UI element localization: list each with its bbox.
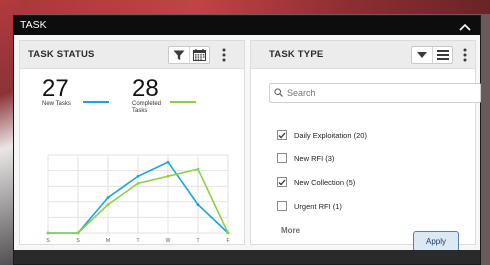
task-status-header: TASK STATUS (20, 41, 244, 69)
chart-point (226, 231, 230, 235)
dropdown-caret-icon[interactable] (412, 47, 432, 63)
task-type-panel: TASK TYPE Search Daily Exploitation (20)… (250, 40, 481, 252)
chart-x-tick-label: T (136, 238, 139, 244)
completed-tasks-legend-line (170, 101, 196, 103)
chart-point (136, 174, 140, 178)
chart-x-tick-label: W (166, 238, 171, 244)
task-type-item-label: New RFI (3) (294, 153, 335, 163)
widget-content: TASK STATUS 27 New Tasks 28 Completed Ta… (14, 35, 481, 252)
task-type-header: TASK TYPE (251, 41, 475, 69)
completed-tasks-label-2: Tasks (132, 108, 148, 114)
list-icon[interactable] (432, 47, 452, 63)
new-tasks-legend-line (83, 101, 109, 103)
search-field[interactable] (269, 83, 481, 103)
chart-point (46, 231, 50, 235)
task-type-title: TASK TYPE (269, 49, 324, 60)
task-type-item[interactable]: Urgent RFI (1) (277, 200, 342, 212)
task-type-item-label: New Collection (5) (294, 177, 356, 187)
chart-point (136, 181, 140, 185)
apply-button[interactable]: Apply (413, 231, 459, 252)
calendar-icon[interactable] (189, 47, 209, 63)
more-link[interactable]: More (281, 226, 300, 235)
widget-titlebar: TASK (14, 16, 480, 35)
chart-x-tick-label: M (106, 238, 110, 244)
task-type-item[interactable]: New RFI (3) (277, 152, 334, 164)
chart-x-tick-label: T (196, 238, 199, 244)
task-type-more-vert-icon[interactable] (461, 47, 469, 63)
task-type-toolbar (411, 46, 453, 64)
collapse-icon[interactable] (458, 20, 472, 31)
completed-tasks-count: 28 (132, 75, 159, 102)
checkbox-checked[interactable] (277, 130, 287, 140)
chart-point (166, 174, 170, 178)
new-tasks-label: New Tasks (42, 101, 71, 107)
more-vert-icon[interactable] (220, 47, 228, 63)
chart-point (106, 196, 110, 199)
task-type-item-label: Urgent RFI (1) (294, 201, 342, 211)
widget-footer (14, 250, 480, 264)
task-widget: TASK TASK STATUS 27 New Tasks 28 Complet… (13, 15, 481, 265)
task-status-chart: SSMTWTF (46, 154, 230, 244)
task-type-item[interactable]: Daily Exploitation (20) (277, 129, 367, 141)
completed-tasks-stat: 28 Completed Tasks (132, 77, 161, 115)
chart-x-tick-label: S (46, 238, 50, 244)
background-banner (0, 0, 490, 14)
new-tasks-stat: 27 New Tasks (42, 77, 71, 108)
search-icon (274, 87, 283, 99)
chart-x-tick-label: S (76, 238, 80, 244)
widget-title: TASK (20, 19, 47, 31)
search-input[interactable] (287, 88, 467, 98)
checkbox-unchecked[interactable] (277, 201, 287, 211)
chart-point (106, 203, 110, 207)
chart-point (196, 203, 200, 207)
new-tasks-count: 27 (42, 75, 69, 102)
task-status-toolbar (168, 46, 210, 64)
task-type-item-label: Daily Exploitation (20) (294, 130, 367, 140)
task-status-panel: TASK STATUS 27 New Tasks 28 Completed Ta… (19, 40, 245, 245)
chart-x-tick-label: F (226, 238, 229, 244)
chart-point (196, 167, 200, 171)
task-type-item[interactable]: New Collection (5) (277, 176, 355, 188)
task-status-title: TASK STATUS (28, 49, 95, 60)
checkbox-unchecked[interactable] (277, 153, 287, 163)
checkbox-checked[interactable] (277, 177, 287, 187)
chart-point (76, 231, 80, 235)
chart-point (166, 160, 170, 164)
completed-tasks-label-1: Completed (132, 101, 162, 107)
filter-icon[interactable] (169, 47, 189, 63)
